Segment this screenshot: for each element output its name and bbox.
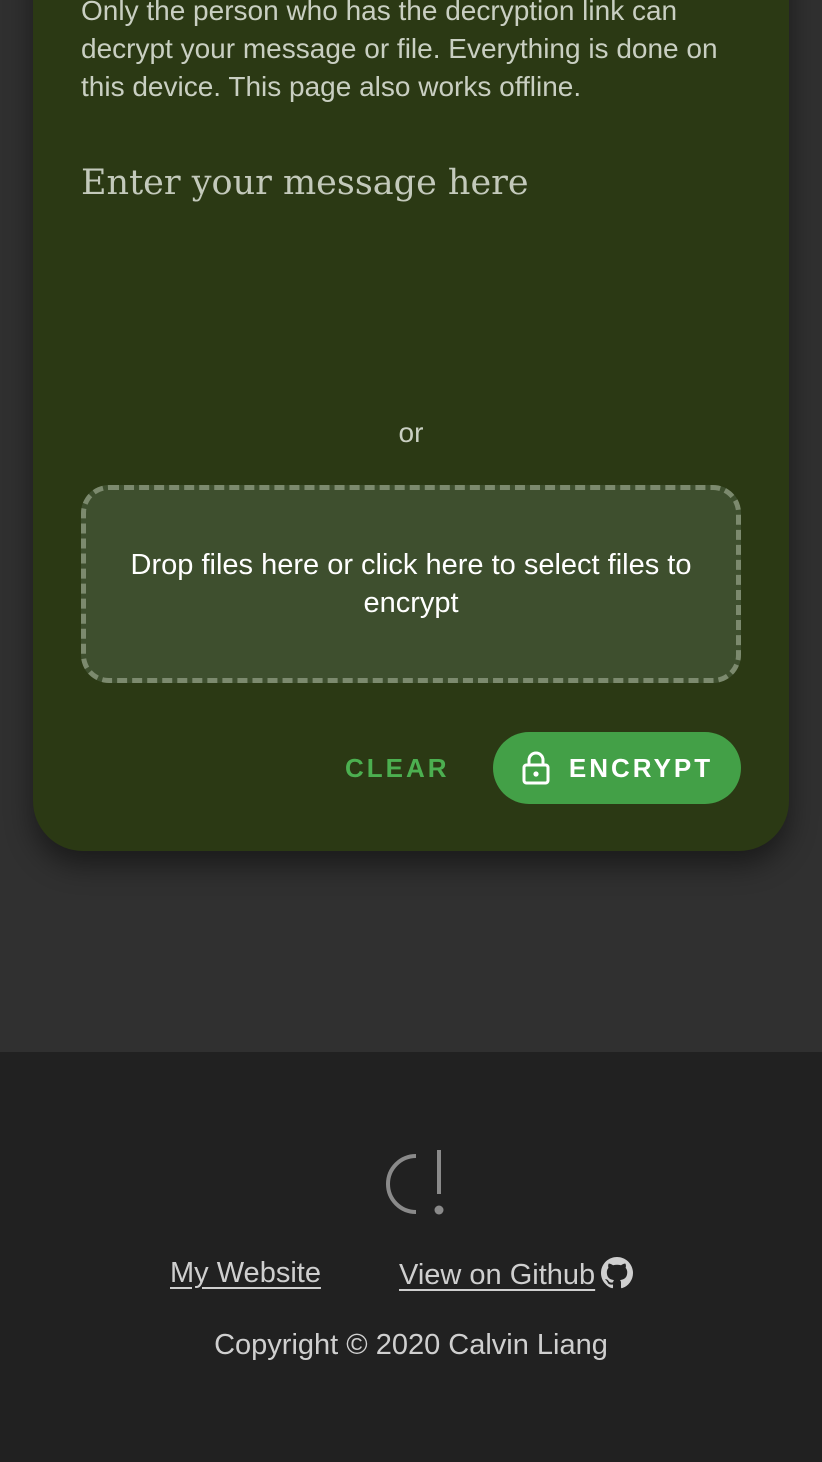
message-input[interactable]: [81, 162, 741, 352]
copyright-text: Copyright © 2020 Calvin Liang: [214, 1329, 608, 1361]
footer: My Website View on Github Copyright © 20…: [0, 1052, 822, 1462]
intro-text: Only the person who has the decryption l…: [81, 0, 718, 102]
clear-button[interactable]: CLEAR: [333, 740, 462, 796]
page: Only the person who has the decryption l…: [0, 0, 822, 1462]
lock-icon: [522, 751, 550, 785]
github-link-label: View on Github: [399, 1259, 596, 1291]
view-on-github-link[interactable]: View on Github: [399, 1256, 634, 1292]
github-icon: [601, 1256, 634, 1288]
calvin-logo-icon: [386, 1150, 444, 1215]
dropzone-text: Drop files here or click here to select …: [130, 549, 692, 619]
my-website-link[interactable]: My Website: [170, 1257, 321, 1290]
file-dropzone[interactable]: Drop files here or click here to select …: [81, 485, 741, 683]
or-label: or: [398, 417, 424, 448]
encrypt-card: Only the person who has the decryption l…: [33, 0, 789, 851]
encrypt-button-label: ENCRYPT: [568, 752, 714, 783]
encrypt-button[interactable]: ENCRYPT: [493, 732, 741, 804]
